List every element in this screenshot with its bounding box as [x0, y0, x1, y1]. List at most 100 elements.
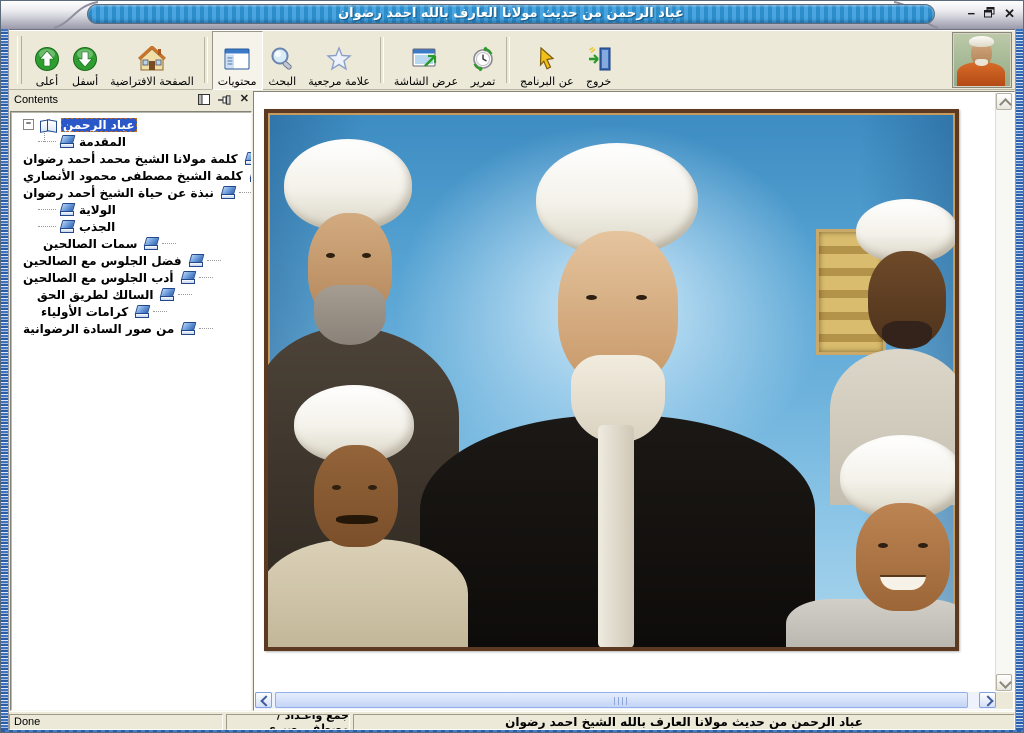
- contents-title: Contents: [14, 94, 58, 106]
- contents-header: Contents ✕: [9, 91, 253, 111]
- book-icon: [59, 203, 75, 216]
- tree-item[interactable]: نبذة عن حياة الشيخ أحمد رضوان: [11, 184, 251, 201]
- figure-eye: [368, 485, 377, 490]
- content-area: [253, 91, 1015, 711]
- close-button[interactable]: ✕: [1004, 7, 1015, 21]
- restore-button[interactable]: [984, 7, 995, 21]
- scrollbar-corner: [996, 692, 1013, 709]
- toolbar-button-label: عن البرنامج: [520, 75, 574, 88]
- contents-tree: − عباد الرحمن المقدمة كلمة مولانا الشيخ …: [10, 111, 252, 711]
- vertical-scrollbar[interactable]: [995, 93, 1013, 691]
- tree-expander[interactable]: −: [23, 119, 34, 130]
- tree-item[interactable]: السالك لطريق الحق: [11, 286, 251, 303]
- chevron-down-icon: [999, 676, 1012, 689]
- up-circle-icon: [34, 44, 60, 74]
- figure-eye: [586, 295, 597, 300]
- toolbar-button-label: محتويات: [218, 75, 257, 88]
- pane-toggle-button[interactable]: [198, 94, 210, 105]
- tree-item[interactable]: فضل الجلوس مع الصالحين: [11, 252, 251, 269]
- title-bar: عباد الرحمن من حديث مولانا العارف بالله …: [1, 1, 1023, 30]
- figure-eye: [362, 253, 371, 258]
- book-icon: [244, 152, 252, 165]
- toolbar-button-about[interactable]: عن البرنامج: [514, 31, 580, 90]
- status-book-title: عباد الرحمن من حديث مولانا العارف بالله …: [353, 714, 1015, 730]
- portrait-cap: [969, 36, 994, 47]
- toolbar-button-label: علامة مرجعية: [308, 75, 370, 88]
- toolbar-button-search[interactable]: البحث: [263, 31, 303, 90]
- figure-eye: [636, 295, 647, 300]
- author-portrait: [952, 32, 1012, 88]
- toolbar-button-up[interactable]: أعلى: [28, 31, 66, 90]
- toolbar: أعلى أسفل الصفحة الافتراضية محتويات: [9, 30, 1015, 90]
- figure-top-left-beard: [314, 285, 386, 345]
- tree-item[interactable]: أدب الجلوس مع الصالحين: [11, 269, 251, 286]
- tree-item-label: الولاية: [77, 203, 118, 217]
- tree-item[interactable]: كلمة الشيخ مصطفى محمود الأنصاري: [11, 167, 251, 184]
- horizontal-scroll-thumb[interactable]: [275, 692, 968, 708]
- toolbar-button-exit[interactable]: خروج: [580, 31, 618, 90]
- pin-button[interactable]: [218, 95, 232, 105]
- book-icon: [220, 186, 236, 199]
- tree-item-label: كلمة مولانا الشيخ محمد أحمد رضوان: [21, 152, 240, 166]
- toolbar-button-home[interactable]: الصفحة الافتراضية: [104, 31, 200, 90]
- figure-bottom-right-body: [786, 599, 959, 648]
- auto-scroll-clock-icon: [470, 44, 496, 74]
- toolbar-button-auto-scroll[interactable]: تمرير: [464, 31, 502, 90]
- toolbar-button-screen-view[interactable]: عرض الشاشة: [388, 31, 464, 90]
- window-edge-bottom: [1, 730, 1023, 732]
- window-edge-right: [1015, 29, 1023, 732]
- book-icon: [134, 305, 150, 318]
- toolbar-separator: [506, 37, 510, 83]
- tree-item[interactable]: كلمة مولانا الشيخ محمد أحمد رضوان: [11, 150, 251, 167]
- scroll-thumb-grip: [614, 697, 630, 705]
- toolbar-button-label: البحث: [269, 75, 297, 88]
- toolbar-button-down[interactable]: أسفل: [66, 31, 104, 90]
- tree-root-item[interactable]: − عباد الرحمن: [11, 116, 251, 133]
- tree-item[interactable]: من صور السادة الرضوانية: [11, 320, 251, 337]
- toolbar-button-contents[interactable]: محتويات: [212, 31, 263, 90]
- tree-item[interactable]: سمات الصالحين: [11, 235, 251, 252]
- contents-sidebar: Contents ✕ − عباد الرحمن المقدم: [9, 91, 253, 711]
- tree-connector: [162, 243, 176, 244]
- about-cursor-icon: [536, 44, 558, 74]
- open-book-icon: [39, 118, 58, 132]
- tree-item[interactable]: كرامات الأولياء: [11, 303, 251, 320]
- tree-item[interactable]: المقدمة: [11, 133, 251, 150]
- figure-eye: [332, 485, 341, 490]
- toolbar-grip: [17, 36, 22, 84]
- toolbar-button-label: الصفحة الافتراضية: [110, 75, 194, 88]
- chevron-up-icon: [999, 98, 1012, 111]
- book-icon: [59, 220, 75, 233]
- exit-door-icon: [586, 44, 612, 74]
- toolbar-separator: [204, 37, 208, 83]
- minimize-button[interactable]: −: [968, 7, 976, 21]
- window-edge-left: [1, 29, 9, 732]
- tree-item-label: كرامات الأولياء: [39, 305, 130, 319]
- tree-item-label: سمات الصالحين: [41, 237, 139, 251]
- scroll-right-button[interactable]: [979, 692, 996, 708]
- tree-connector: [178, 294, 192, 295]
- book-icon: [180, 322, 196, 335]
- tree-item[interactable]: الجذب: [11, 218, 251, 235]
- tree-item-label: كلمة الشيخ مصطفى محمود الأنصاري: [21, 169, 245, 183]
- figure-eye: [878, 543, 888, 548]
- book-icon: [180, 271, 196, 284]
- figure-center-scarf: [598, 425, 634, 648]
- scroll-up-button[interactable]: [996, 93, 1012, 110]
- toolbar-separator: [380, 37, 384, 83]
- contents-close-button[interactable]: ✕: [240, 94, 249, 105]
- toolbar-button-bookmark[interactable]: علامة مرجعية: [302, 31, 376, 90]
- status-bar: Done جمع واعـداد / مصطفى صبرى عباد الرحم…: [9, 711, 1015, 730]
- search-icon: [269, 44, 295, 74]
- portrait-beard: [975, 59, 988, 66]
- scroll-left-button[interactable]: [255, 692, 272, 708]
- horizontal-scrollbar[interactable]: [255, 692, 996, 709]
- book-icon: [188, 254, 204, 267]
- status-done: Done: [9, 714, 223, 730]
- scroll-down-button[interactable]: [996, 674, 1012, 691]
- toolbar-button-label: تمرير: [471, 75, 496, 88]
- home-icon: [138, 44, 166, 74]
- chevron-right-icon: [982, 695, 993, 706]
- tree-item-label: فضل الجلوس مع الصالحين: [21, 254, 184, 268]
- tree-item[interactable]: الولاية: [11, 201, 251, 218]
